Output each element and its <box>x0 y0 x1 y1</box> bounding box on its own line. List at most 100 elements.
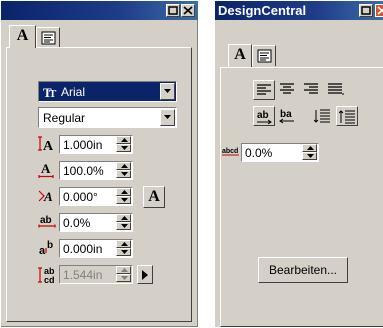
spin-down-button[interactable] <box>116 248 131 256</box>
svg-text:A: A <box>41 161 51 176</box>
align-justify-button[interactable] <box>325 80 347 100</box>
tab-character[interactable]: A <box>9 25 36 48</box>
edit-button-label: Bearbeiten... <box>268 263 338 277</box>
close-button[interactable] <box>181 4 195 17</box>
spin-up-button[interactable] <box>116 266 131 274</box>
svg-text:A: A <box>43 139 54 153</box>
spin-up-button[interactable] <box>116 188 131 196</box>
svg-text:ab: ab <box>40 215 52 226</box>
spin-up-button[interactable] <box>116 136 131 144</box>
tab-character-label: A <box>234 46 246 63</box>
line-spacing-spinner[interactable] <box>116 266 131 282</box>
arrow-down-icon <box>121 276 128 280</box>
tab-character[interactable]: A <box>228 44 252 67</box>
line-order-up-button[interactable] <box>336 106 358 126</box>
width-factor-value: 100.0% <box>63 164 104 178</box>
arrow-down-icon <box>307 154 314 158</box>
expand-arrow-button[interactable] <box>137 265 153 284</box>
baseline-shift-icon: a b <box>39 240 53 257</box>
tracking-field[interactable]: 0.0% <box>59 213 133 232</box>
character-spacing-field[interactable]: 0.0% <box>241 143 319 162</box>
chevron-down-icon <box>164 89 171 93</box>
text-height-field[interactable]: 1.000in <box>59 135 133 154</box>
oblique-angle-field[interactable]: 0.000° <box>59 187 133 206</box>
minimize-button[interactable] <box>166 4 180 17</box>
align-center-button[interactable] <box>277 80 299 100</box>
svg-text:b: b <box>47 240 53 251</box>
line-order-down-button[interactable] <box>312 106 334 126</box>
spin-up-button[interactable] <box>116 214 131 222</box>
text-height-value: 1.000in <box>63 138 103 152</box>
spin-up-button[interactable] <box>302 144 317 152</box>
font-style-value: Regular <box>43 111 86 125</box>
font-name-combo[interactable]: T T Arial <box>38 81 177 102</box>
text-height-spinner[interactable] <box>116 136 131 152</box>
character-format-button[interactable]: A <box>143 186 165 208</box>
character-spacing-value: 0.0% <box>245 146 273 160</box>
font-style-combo[interactable]: Regular <box>38 107 177 128</box>
close-icon <box>377 6 383 15</box>
tab-paragraph[interactable] <box>252 45 276 66</box>
align-left-icon <box>257 84 271 95</box>
line-order-up-icon <box>339 110 355 124</box>
tab-character-label: A <box>16 27 29 44</box>
width-factor-icon: A <box>38 161 54 178</box>
edit-button[interactable]: Bearbeiten... <box>258 257 348 283</box>
tracking-spinner[interactable] <box>116 214 131 230</box>
align-right-button[interactable] <box>301 80 323 100</box>
svg-text:T: T <box>49 88 57 99</box>
arrow-down-icon <box>121 224 128 228</box>
align-justify-icon <box>328 83 344 95</box>
font-name-dropdown-button[interactable] <box>160 83 175 100</box>
minimize-icon <box>361 6 371 15</box>
spin-down-button[interactable] <box>302 152 317 160</box>
line-spacing-icon: ab cd <box>38 266 55 283</box>
arrow-down-icon <box>121 172 128 176</box>
text-direction-lr-button[interactable]: ab <box>253 106 275 126</box>
oblique-angle-spinner[interactable] <box>116 188 131 204</box>
minimize-icon <box>168 6 178 15</box>
line-order-down-icon <box>314 109 330 123</box>
arrow-down-icon <box>121 250 128 254</box>
svg-text:ba: ba <box>280 109 292 120</box>
tab-paragraph[interactable] <box>36 27 60 48</box>
arrow-up-icon <box>121 268 128 272</box>
designcentral-page <box>220 67 383 327</box>
arrow-up-icon <box>121 138 128 142</box>
width-factor-field[interactable]: 100.0% <box>59 161 133 180</box>
font-style-dropdown-button[interactable] <box>160 109 175 126</box>
spin-up-button[interactable] <box>116 240 131 248</box>
svg-text:a: a <box>39 245 46 257</box>
oblique-angle-icon: A <box>38 189 53 204</box>
designcentral-title-bar[interactable]: DesignCentral <box>215 1 383 20</box>
font-name-value: Arial <box>61 85 86 99</box>
spin-down-button[interactable] <box>116 170 131 178</box>
character-spacing-spinner[interactable] <box>302 144 317 160</box>
arrow-up-icon <box>307 146 314 150</box>
close-button[interactable] <box>375 4 383 17</box>
spin-up-button[interactable] <box>116 162 131 170</box>
panel-title-bar[interactable] <box>1 1 198 20</box>
character-format-label: A <box>148 188 160 205</box>
paragraph-align-icon <box>257 49 272 63</box>
text-direction-rl-button[interactable]: ba <box>277 106 299 126</box>
line-spacing-field[interactable]: 1.544in <box>59 265 133 284</box>
arrow-up-icon <box>121 242 128 246</box>
align-left-button[interactable] <box>253 80 275 100</box>
character-page: T T Arial Regular A 1.000in A 100.0% A 0… <box>6 47 192 322</box>
arrow-up-icon <box>121 216 128 220</box>
spin-down-button[interactable] <box>116 274 131 282</box>
arrow-up-icon <box>121 190 128 194</box>
paragraph-align-icon <box>41 31 56 45</box>
designcentral-panel: DesignCentral A ab ba abcd 0.0% Bearbeit… <box>215 1 383 327</box>
text-direction-rl-icon: ba <box>279 109 294 124</box>
spin-down-button[interactable] <box>116 222 131 230</box>
spin-down-button[interactable] <box>116 144 131 152</box>
align-right-icon <box>304 83 318 94</box>
minimize-button[interactable] <box>359 4 373 17</box>
width-factor-spinner[interactable] <box>116 162 131 178</box>
svg-text:cd: cd <box>44 275 55 283</box>
spin-down-button[interactable] <box>116 196 131 204</box>
baseline-shift-spinner[interactable] <box>116 240 131 256</box>
baseline-shift-field[interactable]: 0.000in <box>59 239 133 258</box>
